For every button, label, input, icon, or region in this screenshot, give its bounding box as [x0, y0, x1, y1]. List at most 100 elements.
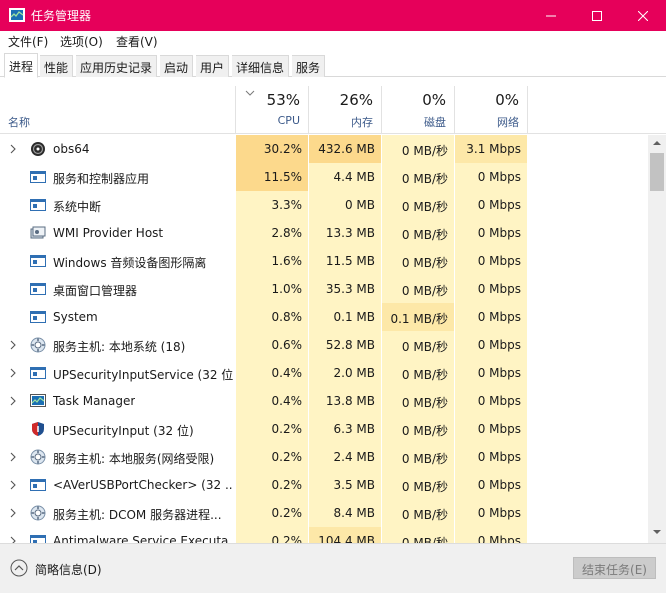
table-row[interactable]: 服务和控制器应用 11.5% 4.4 MB 0 MB/秒 0 Mbps: [0, 163, 648, 191]
tab-processes[interactable]: 进程: [4, 53, 39, 78]
disk-cell: 0 MB/秒: [382, 415, 454, 443]
tab-startup[interactable]: 启动: [160, 55, 194, 77]
fewer-details-link[interactable]: 简略信息(D): [35, 561, 102, 578]
table-row[interactable]: WMI Provider Host 2.8% 13.3 MB 0 MB/秒 0 Mbps: [0, 219, 648, 247]
network-cell: 0 Mbps: [455, 443, 527, 471]
maximize-icon: [592, 10, 602, 21]
menu-options[interactable]: 选项(O): [60, 33, 103, 50]
table-row[interactable]: UPSecurityInput (32 位) 0.2% 6.3 MB 0 MB/秒 0 …: [0, 415, 648, 443]
scroll-up-icon[interactable]: [653, 140, 661, 146]
disk-cell: 0 MB/秒: [382, 387, 454, 415]
menu-file[interactable]: 文件(F): [8, 33, 48, 50]
chevron-right-icon[interactable]: [9, 367, 17, 379]
maximize-button[interactable]: [574, 0, 620, 31]
disk-cell: 0 MB/秒: [382, 359, 454, 387]
memory-cell: 35.3 MB: [309, 275, 381, 303]
network-column-label: 网络: [497, 116, 519, 129]
memory-cell: 52.8 MB: [309, 331, 381, 359]
tab-app-history[interactable]: 应用历史记录: [76, 55, 158, 77]
table-row[interactable]: Windows 音频设备图形隔离 1.6% 11.5 MB 0 MB/秒 0 Mbps: [0, 247, 648, 275]
table-row[interactable]: UPSecurityInputService (32 位) 0.4% 2.0 MB 0…: [0, 359, 648, 387]
chevron-right-icon[interactable]: [9, 143, 17, 155]
chevron-right-icon[interactable]: [9, 507, 17, 519]
cpu-cell: 30.2%: [236, 135, 308, 163]
disk-cell: 0 MB/秒: [382, 275, 454, 303]
memory-cell: 2.4 MB: [309, 443, 381, 471]
cpu-cell: 0.2%: [236, 499, 308, 527]
app-window-icon: [30, 283, 46, 295]
footer: 简略信息(D) 结束任务(E): [0, 543, 666, 593]
column-header-memory[interactable]: 26% 内存: [309, 86, 382, 134]
vertical-scrollbar[interactable]: [648, 135, 666, 543]
table-row[interactable]: 桌面窗口管理器 1.0% 35.3 MB 0 MB/秒 0 Mbps: [0, 275, 648, 303]
gear-icon: [30, 449, 46, 465]
app-window-icon: [30, 255, 46, 267]
process-name: WMI Provider Host: [53, 226, 164, 240]
chevron-up-circle-icon[interactable]: [10, 559, 28, 577]
network-cell: 0 Mbps: [455, 499, 527, 527]
menu-view[interactable]: 查看(V): [116, 33, 158, 50]
tab-performance[interactable]: 性能: [40, 55, 74, 77]
gear-icon: [30, 337, 46, 353]
chevron-right-icon[interactable]: [9, 339, 17, 351]
table-row[interactable]: Antimalware Service Executa... 0.2% 104.4 …: [0, 527, 648, 543]
network-cell: 0 Mbps: [455, 247, 527, 275]
table-header: 53% CPU 26% 内存 0% 磁盘 0% 网络: [0, 86, 666, 134]
column-header-network[interactable]: 0% 网络: [455, 86, 528, 134]
process-name: System: [53, 310, 98, 324]
app-window-icon: [30, 171, 46, 183]
cpu-cell: 1.6%: [236, 247, 308, 275]
table-row[interactable]: <AVerUSBPortChecker> (32 ... 0.2% 3.5 MB 0 …: [0, 471, 648, 499]
network-cell: 0 Mbps: [455, 387, 527, 415]
cpu-cell: 1.0%: [236, 275, 308, 303]
process-name: Task Manager: [53, 394, 136, 408]
memory-cell: 0.1 MB: [309, 303, 381, 331]
tab-details[interactable]: 详细信息: [232, 55, 290, 77]
network-cell: 0 Mbps: [455, 163, 527, 191]
chevron-right-icon[interactable]: [9, 395, 17, 407]
app-window-icon: [30, 311, 46, 323]
chevron-right-icon[interactable]: [9, 535, 17, 543]
process-name: 桌面窗口管理器: [53, 284, 138, 298]
tab-services[interactable]: 服务: [292, 55, 326, 77]
table-row[interactable]: System 0.8% 0.1 MB 0.1 MB/秒 0 Mbps: [0, 303, 648, 331]
table-row[interactable]: Task Manager 0.4% 13.8 MB 0 MB/秒 0 Mbps: [0, 387, 648, 415]
memory-cell: 4.4 MB: [309, 163, 381, 191]
task-manager-icon: [30, 394, 46, 407]
disk-cell: 0.1 MB/秒: [382, 303, 454, 331]
scroll-down-icon[interactable]: [653, 529, 661, 535]
process-name: 服务主机: 本地系统 (18): [53, 340, 186, 354]
sort-descending-icon: [245, 90, 255, 96]
gear-icon: [30, 505, 46, 521]
disk-cell: 0 MB/秒: [382, 219, 454, 247]
network-cell: 0 Mbps: [455, 191, 527, 219]
network-cell: 0 Mbps: [455, 527, 527, 543]
table-row[interactable]: obs64 30.2% 432.6 MB 0 MB/秒 3.1 Mbps: [0, 135, 648, 163]
table-row[interactable]: 服务主机: 本地服务(网络受限) 0.2% 2.4 MB 0 MB/秒 0 Mbps: [0, 443, 648, 471]
process-name: 服务主机: 本地服务(网络受限): [53, 452, 215, 466]
table-row[interactable]: 服务主机: 本地系统 (18) 0.6% 52.8 MB 0 MB/秒 0 Mbps: [0, 331, 648, 359]
scrollbar-thumb[interactable]: [650, 153, 664, 191]
cpu-cell: 0.2%: [236, 415, 308, 443]
cpu-cell: 0.2%: [236, 443, 308, 471]
column-header-disk[interactable]: 0% 磁盘: [382, 86, 455, 134]
table-row[interactable]: 服务主机: DCOM 服务器进程... 0.2% 8.4 MB 0 MB/秒 0 Mbp…: [0, 499, 648, 527]
network-cell: 0 Mbps: [455, 471, 527, 499]
cpu-cell: 0.8%: [236, 303, 308, 331]
disk-cell: 0 MB/秒: [382, 135, 454, 163]
table-row[interactable]: 系统中断 3.3% 0 MB 0 MB/秒 0 Mbps: [0, 191, 648, 219]
memory-cell: 11.5 MB: [309, 247, 381, 275]
chevron-right-icon[interactable]: [9, 451, 17, 463]
app-window-icon: [30, 479, 46, 491]
close-button[interactable]: [620, 0, 666, 31]
minimize-button[interactable]: [528, 0, 574, 31]
memory-cell: 104.4 MB: [309, 527, 381, 543]
chevron-right-icon[interactable]: [9, 479, 17, 491]
cpu-column-label: CPU: [277, 114, 300, 127]
cpu-cell: 11.5%: [236, 163, 308, 191]
disk-cell: 0 MB/秒: [382, 191, 454, 219]
column-header-name[interactable]: [0, 86, 236, 134]
process-name: UPSecurityInput (32 位): [53, 424, 194, 438]
tab-users[interactable]: 用户: [196, 55, 230, 77]
end-task-button[interactable]: 结束任务(E): [573, 557, 656, 579]
